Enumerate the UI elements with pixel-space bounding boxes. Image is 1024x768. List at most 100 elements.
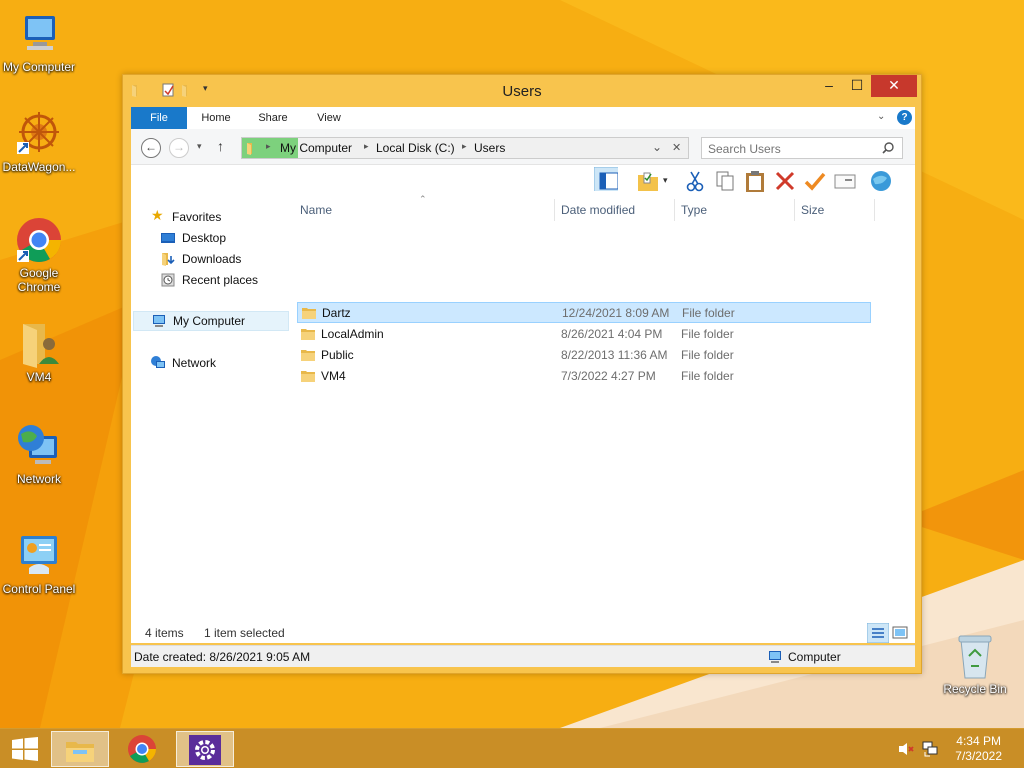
taskbar: 4:34 PM 7/3/2022: [0, 728, 1024, 768]
desktop-icon-my-computer[interactable]: My Computer: [0, 10, 80, 74]
search-input[interactable]: [708, 141, 878, 156]
search-icon[interactable]: [882, 142, 894, 154]
taskbar-settings[interactable]: [176, 731, 234, 767]
datawagon-icon: [15, 110, 63, 158]
back-button[interactable]: ←: [141, 138, 161, 158]
column-divider[interactable]: [674, 199, 675, 221]
sort-arrow-icon: ⌃: [419, 194, 427, 204]
desktop-icon-label: Control Panel: [2, 582, 76, 596]
folder-icon: [302, 308, 316, 319]
paste-icon[interactable]: [743, 169, 767, 193]
cut-icon[interactable]: [683, 169, 707, 193]
table-row[interactable]: LocalAdmin 8/26/2021 4:04 PM File folder: [297, 324, 871, 345]
folder-icon: [247, 143, 252, 155]
globe-icon[interactable]: [869, 169, 893, 193]
desktop-icon-control-panel[interactable]: Control Panel: [0, 532, 80, 596]
preview-pane-icon[interactable]: [594, 167, 618, 191]
star-icon: ★: [151, 207, 164, 223]
desktop-icon-label: Recycle Bin: [943, 682, 1007, 696]
breadcrumb-separator-icon[interactable]: ▸: [266, 141, 271, 152]
start-button[interactable]: [0, 729, 48, 768]
desktop-icon-google-chrome[interactable]: Google Chrome: [0, 216, 80, 294]
details-view-icon[interactable]: [867, 623, 889, 643]
forward-button[interactable]: →: [169, 138, 189, 158]
clock-time: 4:34 PM: [956, 734, 1001, 748]
file-date: 12/24/2021 8:09 AM: [562, 306, 670, 320]
selection-count: 1 item selected: [204, 626, 285, 640]
file-type: File folder: [681, 369, 734, 383]
desktop-icon-network[interactable]: Network: [0, 422, 80, 486]
help-icon[interactable]: ?: [897, 110, 912, 125]
expand-ribbon-icon[interactable]: ⌄: [877, 111, 885, 122]
breadcrumb-my-computer[interactable]: My Computer: [280, 141, 352, 155]
large-icons-view-icon[interactable]: [891, 625, 909, 641]
chrome-icon: [15, 216, 63, 264]
clock-date: 7/3/2022: [955, 749, 1002, 763]
cancel-navigation-icon[interactable]: ✕: [672, 141, 681, 154]
taskbar-chrome[interactable]: [113, 731, 171, 767]
file-name: LocalAdmin: [321, 327, 384, 341]
address-dropdown-icon[interactable]: ⌄: [652, 140, 662, 154]
details-bar: Date created: 8/26/2021 9:05 AM Computer: [131, 645, 915, 667]
column-size[interactable]: Size: [801, 203, 824, 217]
properties-icon[interactable]: [833, 169, 857, 193]
recycle-bin-icon: [951, 632, 999, 680]
desktop-icon-datawagon[interactable]: DataWagon...: [0, 110, 80, 174]
address-bar[interactable]: ▸ My Computer ▸ Local Disk (C:) ▸ Users …: [241, 137, 689, 159]
move-to-folder-icon[interactable]: [636, 169, 660, 193]
recent-locations-icon[interactable]: ▾: [197, 141, 202, 152]
delete-icon[interactable]: [773, 169, 797, 193]
column-name[interactable]: Name: [300, 203, 332, 217]
column-divider[interactable]: [554, 199, 555, 221]
tab-share[interactable]: Share: [251, 107, 295, 129]
tab-home[interactable]: Home: [193, 107, 239, 129]
table-row[interactable]: Dartz 12/24/2021 8:09 AM File folder: [297, 302, 871, 323]
explorer-window: ▾ Users – ☐ ✕ File Home Share View ⌄ ? ←…: [122, 74, 922, 674]
system-clock[interactable]: 4:34 PM 7/3/2022: [955, 734, 1002, 764]
breadcrumb-separator-icon[interactable]: ▸: [462, 141, 467, 152]
minimize-button[interactable]: –: [815, 75, 843, 97]
tab-view[interactable]: View: [307, 107, 351, 129]
nav-item-my-computer[interactable]: My Computer: [133, 311, 289, 331]
breadcrumb-separator-icon[interactable]: ▸: [364, 141, 369, 152]
column-divider[interactable]: [794, 199, 795, 221]
tab-file[interactable]: File: [131, 107, 187, 129]
title-bar[interactable]: ▾ Users – ☐ ✕: [123, 75, 921, 105]
close-button[interactable]: ✕: [871, 75, 917, 97]
item-count: 4 items: [145, 626, 184, 640]
chrome-icon: [128, 735, 156, 763]
computer-icon: [153, 315, 165, 327]
navigation-bar: ← → ▾ ↑ ▸ My Computer ▸ Local Disk (C:) …: [131, 129, 915, 165]
computer-icon: [15, 10, 63, 58]
search-box[interactable]: [701, 137, 903, 159]
desktop-icon-recycle-bin[interactable]: Recycle Bin: [934, 632, 1016, 696]
downloads-folder-icon: [162, 253, 175, 266]
column-divider[interactable]: [874, 199, 875, 221]
column-date-modified[interactable]: Date modified: [561, 203, 635, 217]
file-list: ⌃ Name Date modified Type Size Dartz 12/…: [291, 194, 915, 643]
file-explorer-icon: [66, 742, 94, 762]
network-tray-icon[interactable]: [922, 741, 938, 757]
breadcrumb-users[interactable]: Users: [474, 141, 505, 155]
table-row[interactable]: VM4 7/3/2022 4:27 PM File folder: [297, 366, 871, 387]
desktop-icon-label: DataWagon...: [2, 160, 76, 174]
move-dropdown-icon[interactable]: ▾: [663, 175, 668, 186]
up-arrow-icon[interactable]: ↑: [217, 138, 224, 154]
breadcrumb-local-disk[interactable]: Local Disk (C:): [376, 141, 455, 155]
desktop-icon-label: Google Chrome: [17, 266, 61, 294]
rename-icon[interactable]: [803, 169, 827, 193]
file-type: File folder: [681, 327, 734, 341]
settings-icon: [189, 735, 221, 765]
desktop-icon-vm4[interactable]: VM4: [0, 320, 80, 384]
column-type[interactable]: Type: [681, 203, 707, 217]
table-row[interactable]: Public 8/22/2013 11:36 AM File folder: [297, 345, 871, 366]
taskbar-file-explorer[interactable]: [51, 731, 109, 767]
copy-icon[interactable]: [713, 169, 737, 193]
maximize-button[interactable]: ☐: [843, 75, 871, 97]
windows-logo-icon: [12, 737, 38, 761]
date-created: Date created: 8/26/2021 9:05 AM: [134, 650, 311, 664]
desktop-icon-label: VM4: [26, 370, 52, 384]
location-label: Computer: [788, 650, 841, 664]
volume-muted-icon[interactable]: [898, 742, 914, 756]
file-type: File folder: [682, 306, 735, 320]
